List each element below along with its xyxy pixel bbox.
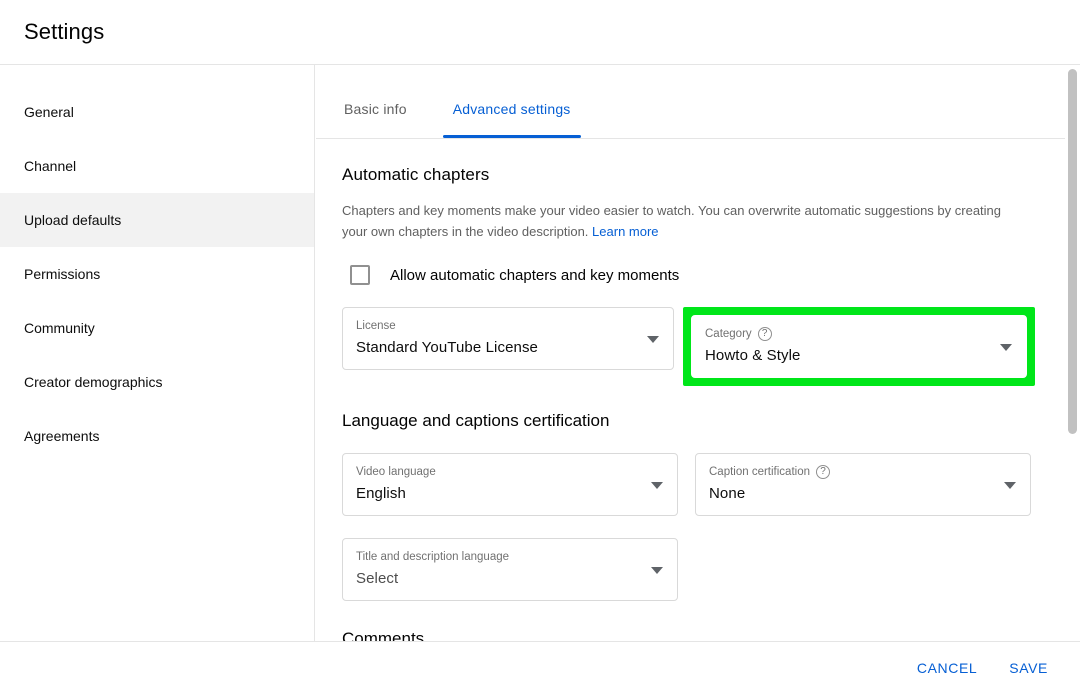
title-description-language-row: Title and description language Select <box>342 538 1035 601</box>
content-scrollbar[interactable] <box>1066 65 1080 641</box>
automatic-chapters-description: Chapters and key moments make your video… <box>342 200 1022 242</box>
sidebar-item-label: Channel <box>24 158 77 174</box>
cancel-button[interactable]: CANCEL <box>907 652 987 684</box>
category-label-text: Category <box>705 328 752 340</box>
category-label: Category ? <box>705 326 986 342</box>
caption-certification-label: Caption certification ? <box>709 464 990 480</box>
sidebar-item-agreements[interactable]: Agreements <box>0 409 314 463</box>
page-title: Settings <box>24 19 105 44</box>
category-dropdown[interactable]: Category ? Howto & Style <box>691 315 1027 378</box>
help-icon[interactable]: ? <box>757 327 772 341</box>
video-language-label: Video language <box>356 466 436 478</box>
sidebar-item-community[interactable]: Community <box>0 301 314 355</box>
license-value: Standard YouTube License <box>356 339 538 356</box>
save-button[interactable]: SAVE <box>999 652 1058 684</box>
settings-sidebar: General Channel Upload defaults Permissi… <box>0 65 315 641</box>
language-certification-row: Video language English Caption certifica… <box>342 453 1035 516</box>
automatic-chapters-description-text: Chapters and key moments make your video… <box>342 203 1002 239</box>
title-description-language-dropdown[interactable]: Title and description language Select <box>342 538 678 601</box>
sidebar-item-label: Agreements <box>24 428 100 444</box>
sidebar-item-permissions[interactable]: Permissions <box>0 247 314 301</box>
language-captions-title: Language and captions certification <box>342 411 610 430</box>
sidebar-item-upload-defaults[interactable]: Upload defaults <box>0 193 314 247</box>
allow-automatic-chapters-row[interactable]: Allow automatic chapters and key moments <box>342 265 1035 285</box>
sidebar-item-creator-demographics[interactable]: Creator demographics <box>0 355 314 409</box>
chevron-down-icon[interactable] <box>651 566 663 574</box>
category-highlight-box: Category ? Howto & Style <box>683 307 1035 386</box>
allow-automatic-chapters-label: Allow automatic chapters and key moments <box>390 266 680 284</box>
caption-certification-value: None <box>709 485 746 502</box>
automatic-chapters-title: Automatic chapters <box>342 165 490 184</box>
chevron-down-icon[interactable] <box>647 335 659 343</box>
allow-automatic-chapters-checkbox[interactable] <box>350 265 370 285</box>
tab-label: Advanced settings <box>452 101 571 117</box>
sidebar-item-label: Permissions <box>24 266 101 282</box>
license-category-row: License Standard YouTube License Categor… <box>342 307 1035 386</box>
dialog-footer: CANCEL SAVE <box>0 641 1080 693</box>
tab-basic-info[interactable]: Basic info <box>342 101 409 138</box>
advanced-settings-panel: Automatic chapters Chapters and key mome… <box>316 139 1065 641</box>
tab-label: Basic info <box>344 101 407 117</box>
app-header: Settings <box>0 0 1080 65</box>
sidebar-item-label: Community <box>24 320 95 336</box>
settings-window: Settings General Channel Upload defaults… <box>0 0 1080 693</box>
category-value: Howto & Style <box>705 347 801 364</box>
tab-advanced-settings[interactable]: Advanced settings <box>442 101 581 138</box>
title-description-language-label: Title and description language <box>356 551 510 563</box>
learn-more-link[interactable]: Learn more <box>592 224 658 239</box>
video-language-value: English <box>356 485 406 502</box>
caption-certification-dropdown[interactable]: Caption certification ? None <box>695 453 1031 516</box>
chevron-down-icon[interactable] <box>1000 343 1012 351</box>
tab-bar: Basic info Advanced settings <box>316 65 1065 139</box>
scrollbar-thumb[interactable] <box>1068 69 1077 434</box>
license-dropdown[interactable]: License Standard YouTube License <box>342 307 674 370</box>
video-language-dropdown[interactable]: Video language English <box>342 453 678 516</box>
sidebar-item-general[interactable]: General <box>0 85 314 139</box>
license-label: License <box>356 320 396 332</box>
title-description-language-value: Select <box>356 570 399 587</box>
help-icon[interactable]: ? <box>816 465 830 479</box>
sidebar-item-channel[interactable]: Channel <box>0 139 314 193</box>
sidebar-item-label: Creator demographics <box>24 374 163 390</box>
sidebar-item-label: Upload defaults <box>24 212 122 228</box>
chevron-down-icon[interactable] <box>1004 481 1016 489</box>
settings-content: Basic info Advanced settings Automatic c… <box>316 65 1065 641</box>
caption-certification-label-text: Caption certification <box>709 466 810 478</box>
sidebar-item-label: General <box>24 104 74 120</box>
comments-section-title: Comments <box>342 629 425 641</box>
chevron-down-icon[interactable] <box>651 481 663 489</box>
